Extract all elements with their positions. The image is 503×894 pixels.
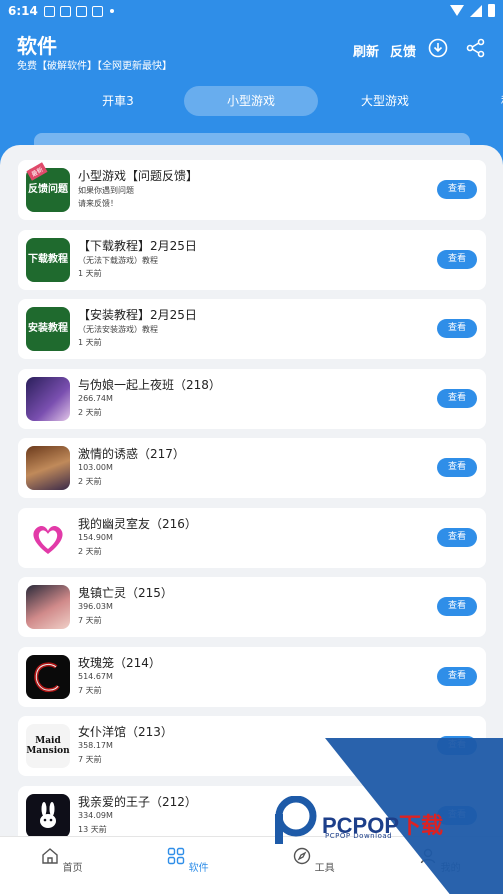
item-title: 【安装教程】2月25日 xyxy=(78,308,197,322)
watermark-subtitle: PCPOP Download xyxy=(325,832,393,840)
item-title: 小型游戏【问题反馈】 xyxy=(78,169,199,183)
item-meta: 1 天前 xyxy=(78,338,102,347)
item-thumbnail: 下载教程 xyxy=(26,238,70,282)
item-title: 我亲爱的王子（212） xyxy=(78,795,197,809)
item-meta: 请来反馈！ xyxy=(78,199,118,208)
nav-tools-label: 工具 xyxy=(314,863,335,874)
item-thumbnail xyxy=(26,794,70,838)
view-button[interactable]: 查看 xyxy=(437,528,477,547)
list-item[interactable]: 我的幽灵室友（216） 154.90M 2 天前 查看 xyxy=(18,508,486,568)
item-thumbnail xyxy=(26,446,70,490)
item-thumbnail xyxy=(26,655,70,699)
signal-icon xyxy=(470,4,482,17)
item-subtitle: （无法下载游戏）教程 xyxy=(78,256,158,265)
nav-software[interactable]: 软件 xyxy=(158,847,218,874)
item-size: 266.74M xyxy=(78,394,113,403)
item-size: 154.90M xyxy=(78,533,113,542)
view-button[interactable]: 查看 xyxy=(437,667,477,686)
tab-kaiche3[interactable]: 开車3 xyxy=(68,86,168,116)
item-size: 514.67M xyxy=(78,672,113,681)
item-thumbnail xyxy=(26,516,70,560)
view-button[interactable]: 查看 xyxy=(437,458,477,477)
item-title: 【下载教程】2月25日 xyxy=(78,239,197,253)
item-title: 激情的诱惑（217） xyxy=(78,447,185,461)
list-item[interactable]: 玫瑰笼（214） 514.67M 7 天前 查看 xyxy=(18,647,486,707)
item-meta: 7 天前 xyxy=(78,755,102,764)
item-title: 玫瑰笼（214） xyxy=(78,656,161,670)
rose-cage-icon xyxy=(34,662,60,693)
notification-icon xyxy=(43,5,55,17)
list-item[interactable]: 最新 反馈问题 小型游戏【问题反馈】 如果你遇到问题 请来反馈！ 查看 xyxy=(18,160,486,220)
status-time: 6:14 xyxy=(8,4,38,18)
nav-home-label: 首页 xyxy=(62,863,83,874)
item-title: 与伪娘一起上夜班（218） xyxy=(78,378,221,392)
view-button[interactable]: 查看 xyxy=(437,319,477,338)
refresh-button[interactable]: 刷新 xyxy=(353,41,379,60)
item-title: 鬼镇亡灵（215） xyxy=(78,586,173,600)
item-thumbnail: 安装教程 xyxy=(26,307,70,351)
list-item[interactable]: 鬼镇亡灵（215） 396.03M 7 天前 查看 xyxy=(18,577,486,637)
status-bar: 6:14 xyxy=(0,0,503,22)
tab-large-games[interactable]: 大型游戏 xyxy=(335,86,435,116)
item-size: 334.09M xyxy=(78,811,113,820)
heart-icon xyxy=(33,525,63,554)
list-item[interactable]: 下载教程 【下载教程】2月25日 （无法下载游戏）教程 1 天前 查看 xyxy=(18,230,486,290)
item-meta: 2 天前 xyxy=(78,408,102,417)
item-meta: 7 天前 xyxy=(78,686,102,695)
nav-software-label: 软件 xyxy=(188,863,209,874)
battery-icon xyxy=(488,4,495,17)
item-subtitle: （无法安装游戏）教程 xyxy=(78,325,158,334)
list-item[interactable]: 激情的诱惑（217） 103.00M 2 天前 查看 xyxy=(18,438,486,498)
more-notifications-icon xyxy=(109,9,114,13)
item-meta: 13 天前 xyxy=(78,825,107,834)
item-title: 我的幽灵室友（216） xyxy=(78,517,197,531)
wifi-icon xyxy=(450,5,464,16)
page-subtitle: 免费【破解软件】【全网更新最快】 xyxy=(17,61,172,72)
view-button[interactable]: 查看 xyxy=(437,389,477,408)
view-button[interactable]: 查看 xyxy=(437,597,477,616)
item-title: 女仆洋馆（213） xyxy=(78,725,173,739)
app-header: 软件 免费【破解软件】【全网更新最快】 刷新 反馈 xyxy=(0,28,503,78)
item-thumbnail: Maid Mansion xyxy=(26,724,70,768)
item-size: 358.17M xyxy=(78,741,113,750)
category-tabs: 开車3 小型游戏 大型游戏 种 xyxy=(0,86,503,118)
nav-home[interactable]: 首页 xyxy=(32,847,92,874)
page-title: 软件 xyxy=(17,34,57,58)
item-size: 396.03M xyxy=(78,602,113,611)
notification-icon xyxy=(75,5,87,17)
pcpop-logo-icon xyxy=(275,796,317,844)
notification-icon xyxy=(59,5,71,17)
tab-more[interactable]: 种 xyxy=(492,86,503,116)
item-subtitle: 如果你遇到问题 xyxy=(78,186,134,195)
tab-small-games[interactable]: 小型游戏 xyxy=(184,86,318,116)
item-meta: 7 天前 xyxy=(78,616,102,625)
list-item[interactable]: 与伪娘一起上夜班（218） 266.74M 2 天前 查看 xyxy=(18,369,486,429)
grid-icon xyxy=(168,847,185,865)
item-thumbnail xyxy=(26,585,70,629)
watermark-brand-suffix: 下载 xyxy=(399,813,444,838)
home-icon xyxy=(42,848,59,864)
rabbit-icon xyxy=(40,802,56,828)
view-button[interactable]: 查看 xyxy=(437,250,477,269)
item-meta: 2 天前 xyxy=(78,547,102,556)
share-icon[interactable] xyxy=(466,38,486,58)
feedback-button[interactable]: 反馈 xyxy=(390,41,416,60)
notification-icon xyxy=(91,5,103,17)
download-icon[interactable] xyxy=(428,38,448,58)
item-size: 103.00M xyxy=(78,463,113,472)
item-meta: 1 天前 xyxy=(78,269,102,278)
list-item[interactable]: 安装教程 【安装教程】2月25日 （无法安装游戏）教程 1 天前 查看 xyxy=(18,299,486,359)
item-meta: 2 天前 xyxy=(78,477,102,486)
view-button[interactable]: 查看 xyxy=(437,180,477,199)
item-thumbnail xyxy=(26,377,70,421)
compass-icon xyxy=(294,847,311,865)
nav-tools[interactable]: 工具 xyxy=(284,847,344,874)
